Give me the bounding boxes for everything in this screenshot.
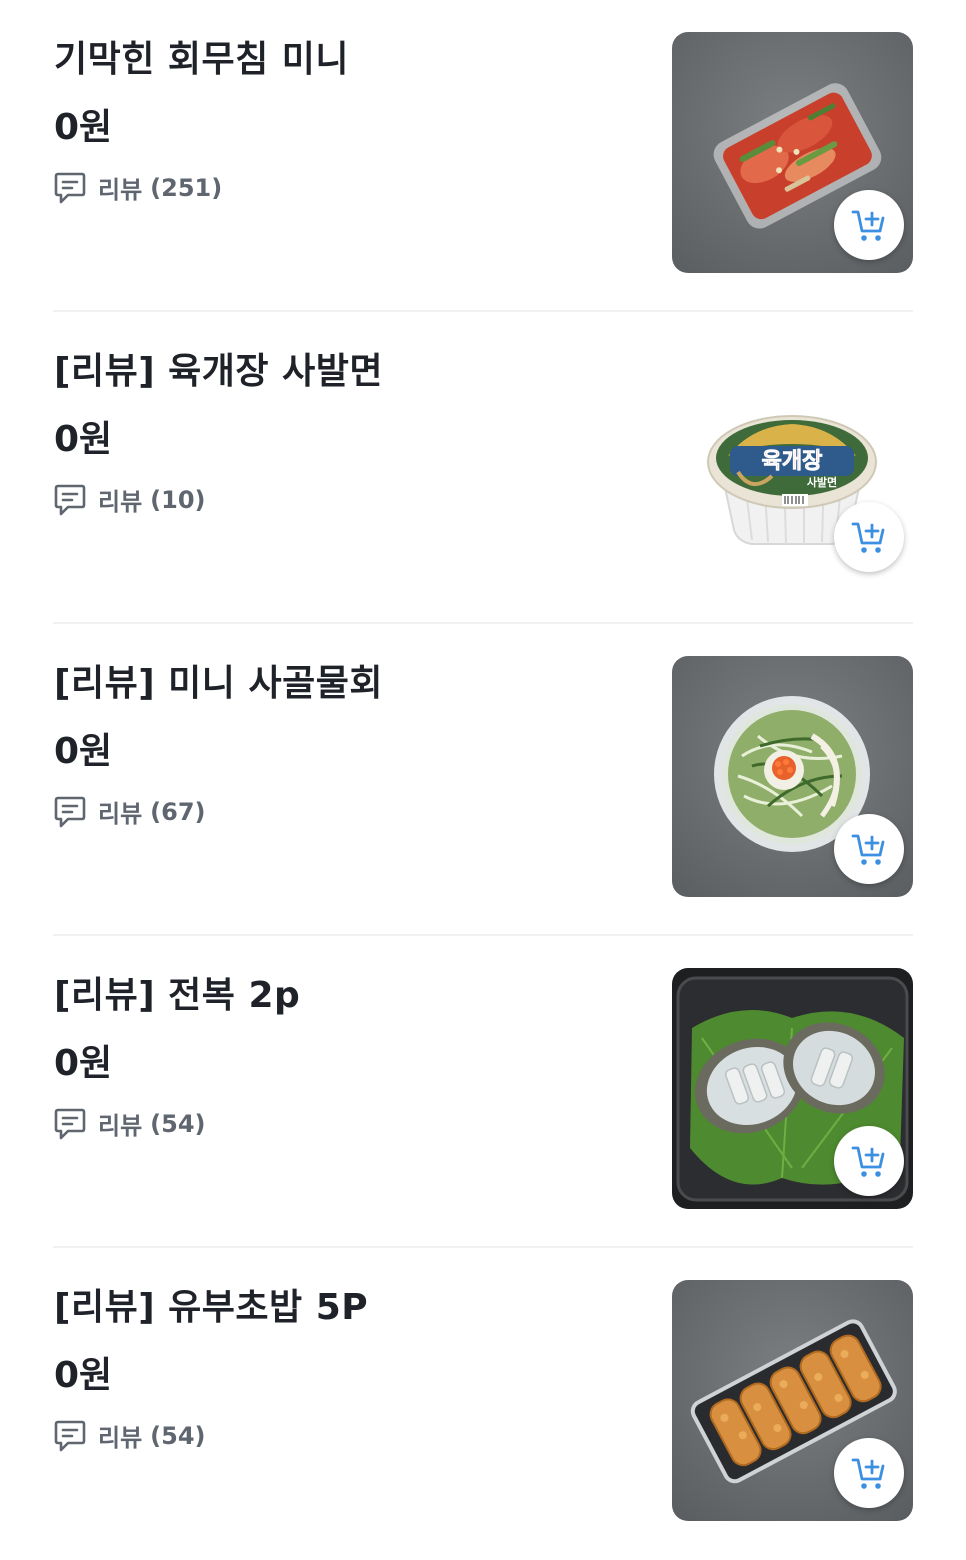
speech-bubble-icon [54, 1108, 86, 1139]
add-to-cart-icon [851, 210, 885, 241]
review-link[interactable]: 리뷰 (251) [54, 170, 222, 205]
review-count: (67) [150, 797, 206, 826]
product-price: 0원 [54, 1355, 113, 1396]
review-count: (10) [150, 485, 206, 514]
product-item[interactable]: [리뷰] 전복 2p 0원 리뷰 (54) [0, 936, 966, 1248]
review-count: (54) [150, 1421, 206, 1450]
add-to-cart-icon [851, 834, 885, 865]
review-label: 리뷰 [98, 176, 143, 204]
speech-bubble-icon [54, 1420, 86, 1451]
product-item[interactable]: [리뷰] 미니 사골물회 0원 리뷰 (67) [0, 624, 966, 936]
cup-sublabel-text: 사발면 [807, 475, 837, 489]
product-title[interactable]: 기막힌 회무침 미니 [54, 30, 349, 82]
add-to-cart-button[interactable] [834, 1126, 904, 1196]
speech-bubble-icon [54, 484, 86, 515]
product-list: 기막힌 회무침 미니 0원 리뷰 (251) [리뷰] 육개장 사발면 0원 리… [0, 0, 966, 1550]
speech-bubble-icon [54, 796, 86, 827]
add-to-cart-button[interactable] [834, 190, 904, 260]
add-to-cart-button[interactable] [834, 1438, 904, 1508]
add-to-cart-button[interactable] [834, 814, 904, 884]
review-link[interactable]: 리뷰 (54) [54, 1418, 206, 1453]
product-title[interactable]: [리뷰] 육개장 사발면 [54, 342, 383, 394]
add-to-cart-icon [851, 1458, 885, 1489]
speech-bubble-icon [54, 172, 86, 203]
review-count: (54) [150, 1109, 206, 1138]
product-title[interactable]: [리뷰] 미니 사골물회 [54, 654, 383, 706]
review-link[interactable]: 리뷰 (67) [54, 794, 206, 829]
add-to-cart-icon [851, 522, 885, 553]
review-label: 리뷰 [98, 1112, 143, 1140]
product-item[interactable]: 기막힌 회무침 미니 0원 리뷰 (251) [0, 0, 966, 312]
review-label: 리뷰 [98, 800, 143, 828]
review-link[interactable]: 리뷰 (10) [54, 482, 206, 517]
product-title[interactable]: [리뷰] 유부초밥 5P [54, 1278, 368, 1330]
product-price: 0원 [54, 1043, 113, 1084]
product-price: 0원 [54, 731, 113, 772]
review-count: (251) [150, 173, 223, 202]
add-to-cart-icon [851, 1146, 885, 1177]
review-label: 리뷰 [98, 1424, 143, 1452]
product-item[interactable]: [리뷰] 유부초밥 5P 0원 리뷰 (54) [0, 1248, 966, 1560]
product-price: 0원 [54, 107, 113, 148]
product-item[interactable]: [리뷰] 육개장 사발면 0원 리뷰 (10) 육개장 사발면 [0, 312, 966, 624]
add-to-cart-button[interactable] [834, 502, 904, 572]
review-link[interactable]: 리뷰 (54) [54, 1106, 206, 1141]
cup-label-text: 육개장 [762, 449, 823, 474]
review-label: 리뷰 [98, 488, 143, 516]
product-title[interactable]: [리뷰] 전복 2p [54, 966, 300, 1018]
product-price: 0원 [54, 419, 113, 460]
